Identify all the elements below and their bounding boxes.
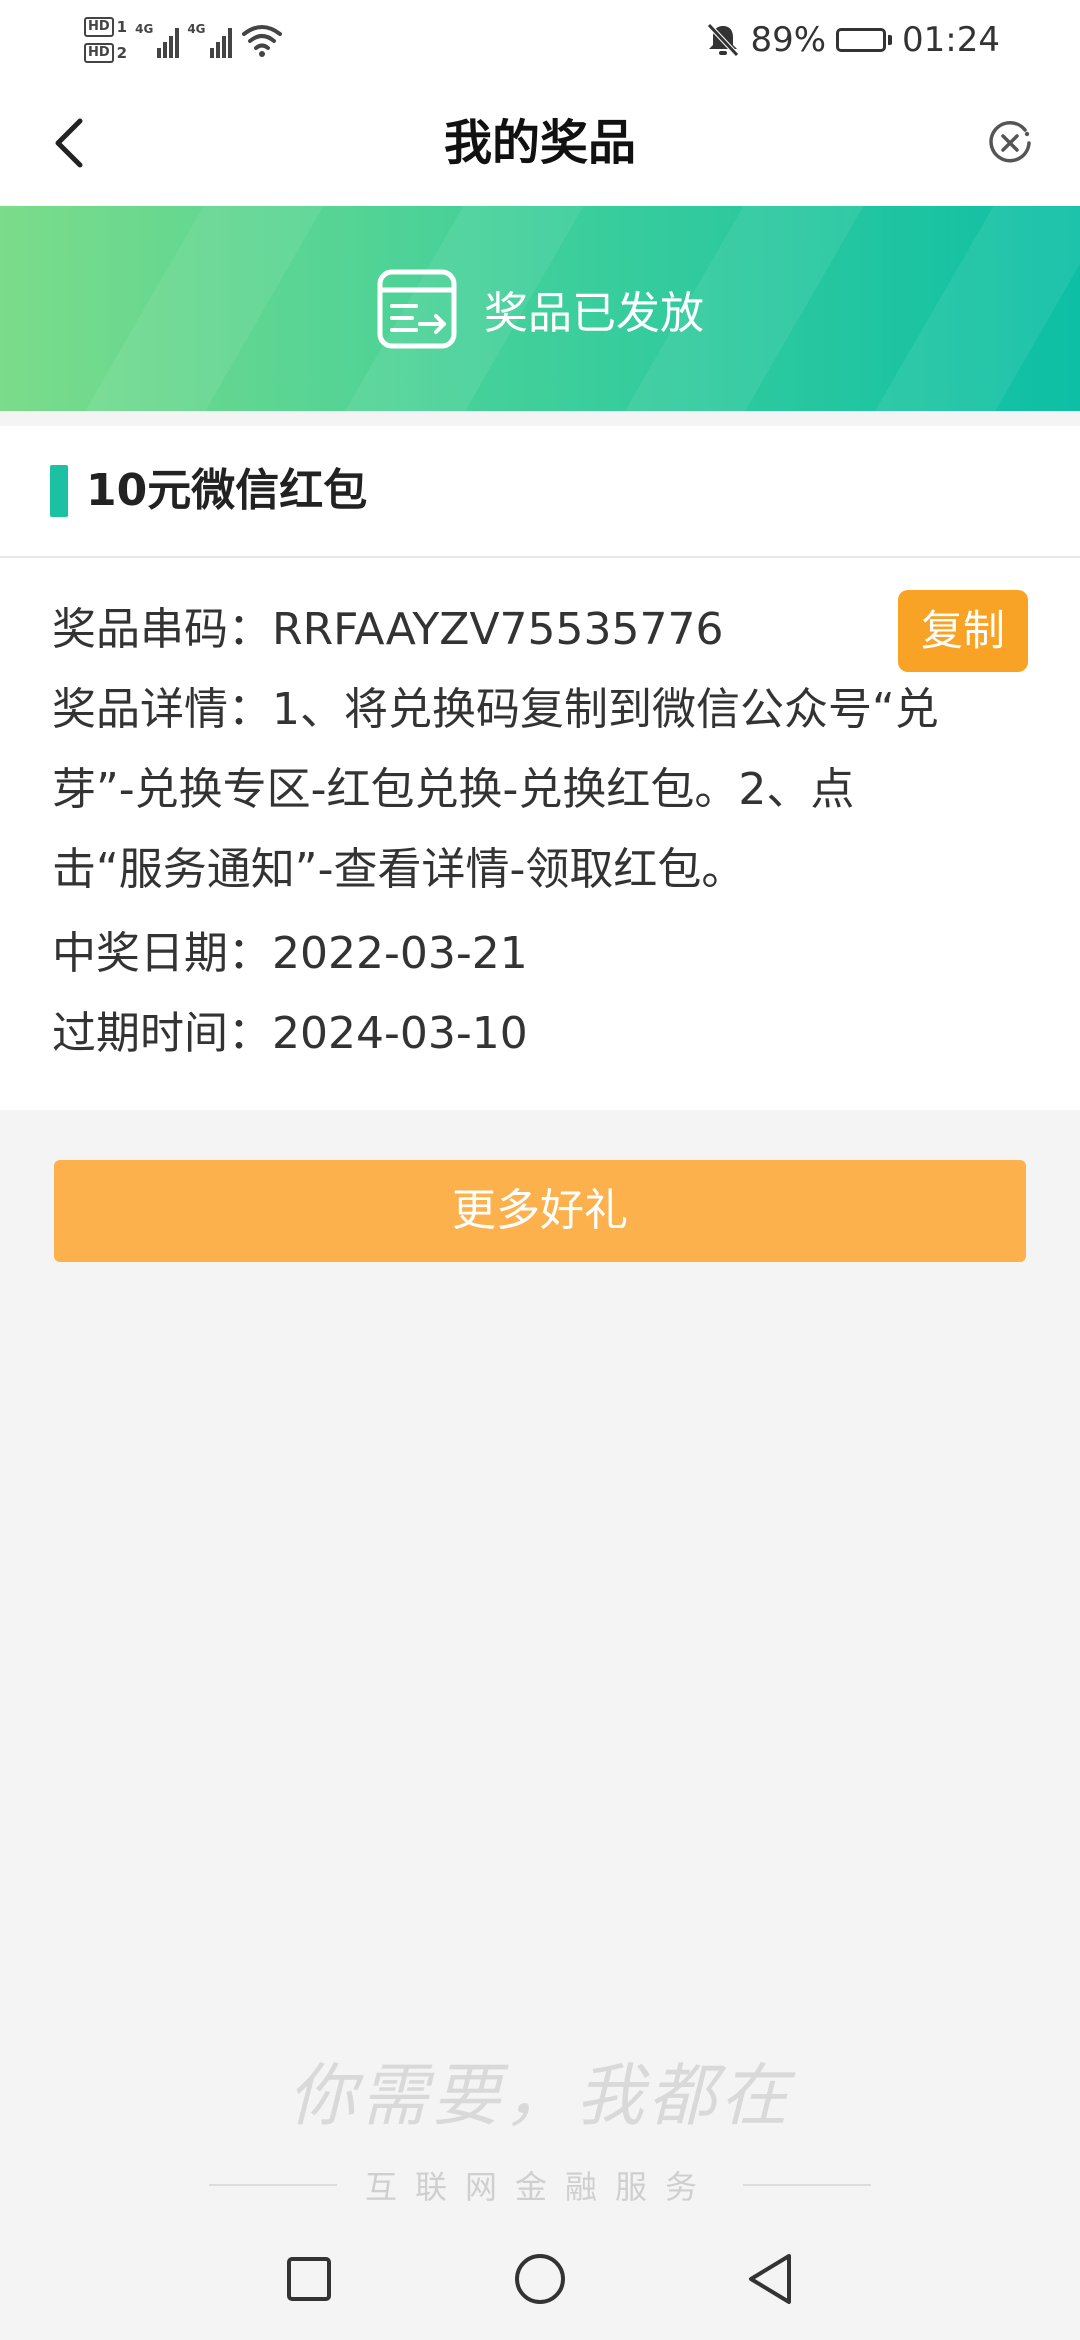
- divider: [743, 2184, 871, 2186]
- prize-detail-line: 奖品详情：1、将兑换码复制到微信公众号“兑: [52, 670, 1032, 750]
- battery-icon: [836, 28, 893, 52]
- page-title: 我的奖品: [443, 115, 636, 171]
- prize-detail-line: 芽”-兑换专区-红包兑换-兑换红包。2、点: [52, 764, 855, 815]
- sim1-index: 1: [116, 18, 128, 36]
- recent-apps-button[interactable]: [274, 2244, 344, 2314]
- copy-button[interactable]: 复制: [898, 590, 1028, 672]
- triangle-back-icon: [749, 2254, 791, 2304]
- clock: 01:24: [902, 20, 1000, 60]
- divider: [208, 2184, 337, 2186]
- status-banner: 奖品已发放: [0, 206, 1080, 411]
- watermark: 互联网金融服务: [0, 2160, 1080, 2210]
- close-button[interactable]: [970, 103, 1050, 183]
- system-nav-bar: [0, 2218, 1080, 2340]
- banner-content: 奖品已发放: [0, 206, 1080, 411]
- home-button[interactable]: [505, 2244, 575, 2314]
- prize-code-row: 奖品串码：RRFAAYZV75535776: [52, 590, 1032, 670]
- back-nav-button[interactable]: [735, 2244, 805, 2314]
- sim1-indicator: HD 1: [84, 17, 127, 37]
- prize-code[interactable]: RRFAAYZV75535776: [272, 604, 724, 655]
- network-type: 4G: [187, 22, 206, 36]
- close-circle-icon: [989, 120, 1031, 163]
- status-left: HD 1 HD 2 4G 4G: [84, 10, 284, 70]
- prize-delivered-icon: [377, 269, 457, 348]
- prize-page: HD 1 HD 2 4G 4G 89% 01:24 我的奖品 奖品已发放 10元…: [0, 0, 1080, 2340]
- prize-detail: 奖品详情：1、将兑换码复制到微信公众号“兑 芽”-兑换专区-红包兑换-兑换红包。…: [52, 670, 1032, 910]
- win-date: 2022-03-21: [272, 928, 528, 979]
- accent-bar: [50, 465, 68, 517]
- mute-bell-icon: [707, 23, 740, 57]
- prize-detail-text: 1、将兑换码复制到微信公众号“兑: [272, 684, 939, 735]
- prize-card: 10元微信红包 奖品串码：RRFAAYZV75535776 复制 奖品详情：1、…: [0, 426, 1080, 1110]
- expire-date-row: 过期时间：2024-03-10: [52, 994, 1032, 1074]
- prize-detail-line: 击“服务通知”-查看详情-领取红包。: [52, 844, 746, 895]
- expire-date: 2024-03-10: [272, 1008, 528, 1059]
- expire-date-label: 过期时间：: [52, 1008, 272, 1059]
- prize-name: 10元微信红包: [86, 465, 368, 516]
- sim2-index: 2: [116, 44, 128, 62]
- signal-icon: 4G: [187, 22, 232, 58]
- circle-icon: [515, 2254, 565, 2304]
- sim-indicators: HD 1 HD 2: [84, 17, 127, 63]
- more-gifts-button[interactable]: 更多好礼: [54, 1160, 1026, 1262]
- win-date-row: 中奖日期：2022-03-21: [52, 914, 1032, 994]
- network-type: 4G: [135, 22, 154, 36]
- banner-text: 奖品已发放: [484, 287, 704, 339]
- nav-bar: 我的奖品: [0, 80, 1080, 206]
- prize-code-label: 奖品串码：: [52, 604, 272, 655]
- win-date-label: 中奖日期：: [52, 928, 272, 979]
- hd-badge: HD: [84, 43, 114, 63]
- prize-name-row: 10元微信红包: [0, 426, 1080, 558]
- watermark-text: 互联网金融服务: [364, 2168, 715, 2206]
- hd-badge: HD: [84, 17, 114, 37]
- square-icon: [287, 2257, 331, 2301]
- prize-detail-label: 奖品详情：: [52, 684, 272, 735]
- battery-percent: 89%: [750, 20, 827, 60]
- wifi-icon: [241, 25, 282, 57]
- sim2-indicator: HD 2: [84, 43, 127, 63]
- signal-icon: 4G: [135, 22, 180, 58]
- slogan-watermark: 你需要，我都在: [287, 2057, 792, 2136]
- status-bar: HD 1 HD 2 4G 4G 89% 01:24: [0, 0, 1080, 80]
- status-right: 89% 01:24: [706, 18, 1000, 62]
